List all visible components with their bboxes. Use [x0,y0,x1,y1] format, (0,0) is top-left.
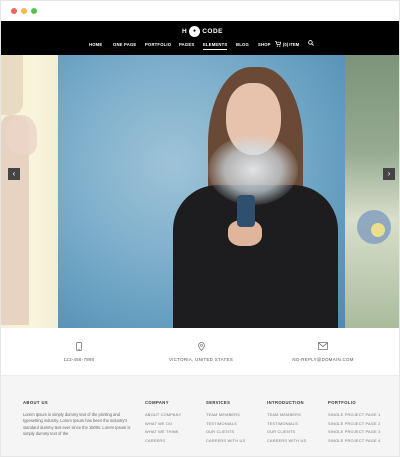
footer-portfolio: PORTFOLIO SINGLE PROJECT PAGE 1 SINGLE P… [328,400,381,446]
footer-services-heading: SERVICES [206,400,231,405]
logo-mark: ● [189,25,201,37]
footer-about-heading: ABOUT US [23,400,49,405]
footer-introduction-heading: INTRODUCTION [267,400,304,405]
footer-link[interactable]: WHAT WE THINK [145,429,181,434]
contact-location: VICTORIA, UNITED STATES [141,342,261,362]
main-nav: HOME ONE PAGE PORTFOLIO PAGES ELEMENTS B… [1,40,399,50]
contact-phone-text: 123-456-7890 [63,357,95,362]
slider-next-button[interactable]: › [383,168,395,180]
footer-link[interactable]: WHAT WE DO [145,421,181,426]
browser-chrome [1,1,399,21]
maximize-window-dot[interactable] [31,8,37,14]
nav-portfolio[interactable]: PORTFOLIO [145,42,171,47]
map-pin-icon [141,342,261,352]
footer-link[interactable]: TEAM MEMBERS [267,412,306,417]
hero-slider[interactable]: ‹ › [1,55,399,328]
footer-introduction: INTRODUCTION TEAM MEMBERS TESTIMONIALS O… [267,400,306,446]
nav-elements[interactable]: ELEMENTS [203,42,228,50]
footer-company: COMPANY ABOUT COMPANY WHAT WE DO WHAT WE… [145,400,181,446]
logo-text-right: CODE [202,27,223,35]
nav-pages[interactable]: PAGES [179,42,194,47]
contact-email: NO-REPLY@DOMAIN.COM [263,342,383,362]
logo-text-left: H [182,27,188,35]
slide-overlay-right [345,55,399,328]
site-logo[interactable]: H ● CODE [182,25,223,37]
close-window-dot[interactable] [11,8,17,14]
footer-link[interactable]: OUR CLIENTS [206,429,245,434]
site-footer: ABOUT US Lorem Ipsum is simply dummy tex… [1,376,399,456]
footer-link[interactable]: TESTIMONIALS [267,421,306,426]
phone-icon [19,342,139,352]
nav-home[interactable]: HOME [89,42,102,47]
search-icon[interactable] [308,40,314,48]
footer-link[interactable]: CAREERS [145,438,181,443]
footer-link[interactable]: SINGLE PROJECT PAGE 3 [328,429,381,434]
footer-link[interactable]: OUR CLIENTS [267,429,306,434]
footer-link[interactable]: ABOUT COMPANY [145,412,181,417]
footer-services: SERVICES TEAM MEMBERS TESTIMONIALS OUR C… [206,400,245,446]
site-header: H ● CODE HOME ONE PAGE PORTFOLIO PAGES E… [1,21,399,55]
browser-window: H ● CODE HOME ONE PAGE PORTFOLIO PAGES E… [0,0,400,457]
footer-link[interactable]: SINGLE PROJECT PAGE 1 [328,412,381,417]
contact-strip: 123-456-7890 VICTORIA, UNITED STATES NO-… [1,328,399,376]
footer-link[interactable]: SINGLE PROJECT PAGE 4 [328,438,381,443]
footer-company-heading: COMPANY [145,400,169,405]
envelope-icon [263,342,383,352]
footer-link[interactable]: CAREERS WITH US [267,438,306,443]
footer-link[interactable]: CAREERS WITH US [206,438,245,443]
footer-link[interactable]: TESTIMONIALS [206,421,245,426]
footer-link[interactable]: SINGLE PROJECT PAGE 2 [328,421,381,426]
nav-shop[interactable]: SHOP [258,42,271,47]
cart-icon[interactable] [275,41,282,49]
contact-email-text[interactable]: NO-REPLY@DOMAIN.COM [263,357,383,362]
slide-image-current [58,55,345,328]
contact-phone: 123-456-7890 [19,342,139,362]
minimize-window-dot[interactable] [21,8,27,14]
contact-location-text: VICTORIA, UNITED STATES [169,357,233,362]
slider-prev-button[interactable]: ‹ [8,168,20,180]
nav-one-page[interactable]: ONE PAGE [113,42,136,47]
nav-blog[interactable]: BLOG [236,42,249,47]
footer-portfolio-heading: PORTFOLIO [328,400,357,405]
footer-link[interactable]: TEAM MEMBERS [206,412,245,417]
footer-about-text: Lorem Ipsum is simply dummy text of the … [23,412,131,437]
cart-count[interactable]: (0) ITEM [283,42,299,47]
footer-about: ABOUT US Lorem Ipsum is simply dummy tex… [23,400,131,438]
slide-overlay-left [1,55,58,328]
